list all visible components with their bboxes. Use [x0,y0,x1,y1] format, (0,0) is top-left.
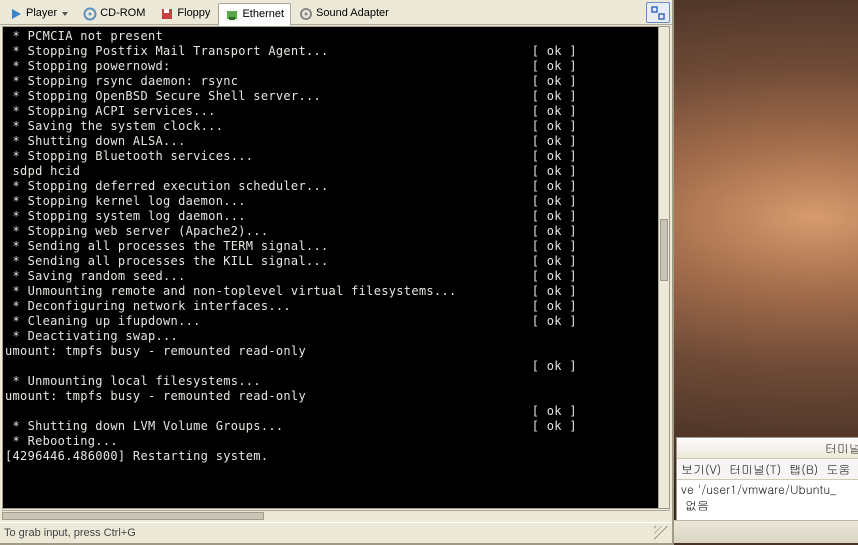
grab-input-hint: To grab input, press Ctrl+G [4,527,136,539]
terminal-title: 터미널 [825,440,858,457]
console-output: * PCMCIA not present * Stopping Postfix … [5,29,659,464]
terminal-menu-view[interactable]: 보기(V) [681,461,721,478]
vmware-player-window: Player CD-ROM Floppy Ethernet Sound A [0,0,674,545]
sound-label: Sound Adapter [316,8,389,19]
sound-icon [299,7,313,21]
terminal-menubar: 보기(V) 터미널(T) 탭(B) 도움 [677,459,858,480]
floppy-button[interactable]: Floppy [153,2,217,24]
terminal-menu-help[interactable]: 도움 [826,461,850,478]
fullscreen-icon [651,6,665,20]
chevron-down-icon [62,12,68,16]
fullscreen-button[interactable] [646,2,670,23]
terminal-menu-tabs[interactable]: 탭(B) [789,461,818,478]
resize-grip-icon[interactable] [654,526,668,540]
guest-console-viewport[interactable]: * PCMCIA not present * Stopping Postfix … [2,26,670,509]
scrollbar-thumb[interactable] [2,512,264,520]
cdrom-icon [83,7,97,21]
floppy-icon [160,7,174,21]
horizontal-scrollbar[interactable] [2,510,670,521]
ethernet-label: Ethernet [242,9,284,20]
terminal-content[interactable]: ve '/user1/vmware/Ubuntu_ 없음 [677,480,858,520]
cdrom-label: CD-ROM [100,8,145,19]
taskbar-fragment [674,520,858,543]
ethernet-icon [225,8,239,22]
cdrom-button[interactable]: CD-ROM [76,2,152,24]
player-icon [9,7,23,21]
player-menu-button[interactable]: Player [2,2,75,24]
scrollbar-thumb[interactable] [660,219,668,281]
gnome-terminal-window[interactable]: 터미널 보기(V) 터미널(T) 탭(B) 도움 ve '/user1/vmwa… [676,437,858,521]
ethernet-button[interactable]: Ethernet [218,3,291,26]
terminal-menu-terminal[interactable]: 터미널(T) [729,461,781,478]
floppy-label: Floppy [177,8,210,19]
vmware-toolbar: Player CD-ROM Floppy Ethernet Sound A [0,0,672,25]
player-menu-label: Player [26,8,57,19]
status-bar: To grab input, press Ctrl+G [0,522,672,543]
vertical-scrollbar[interactable] [658,27,669,508]
terminal-titlebar[interactable]: 터미널 [677,438,858,459]
sound-button[interactable]: Sound Adapter [292,2,396,24]
